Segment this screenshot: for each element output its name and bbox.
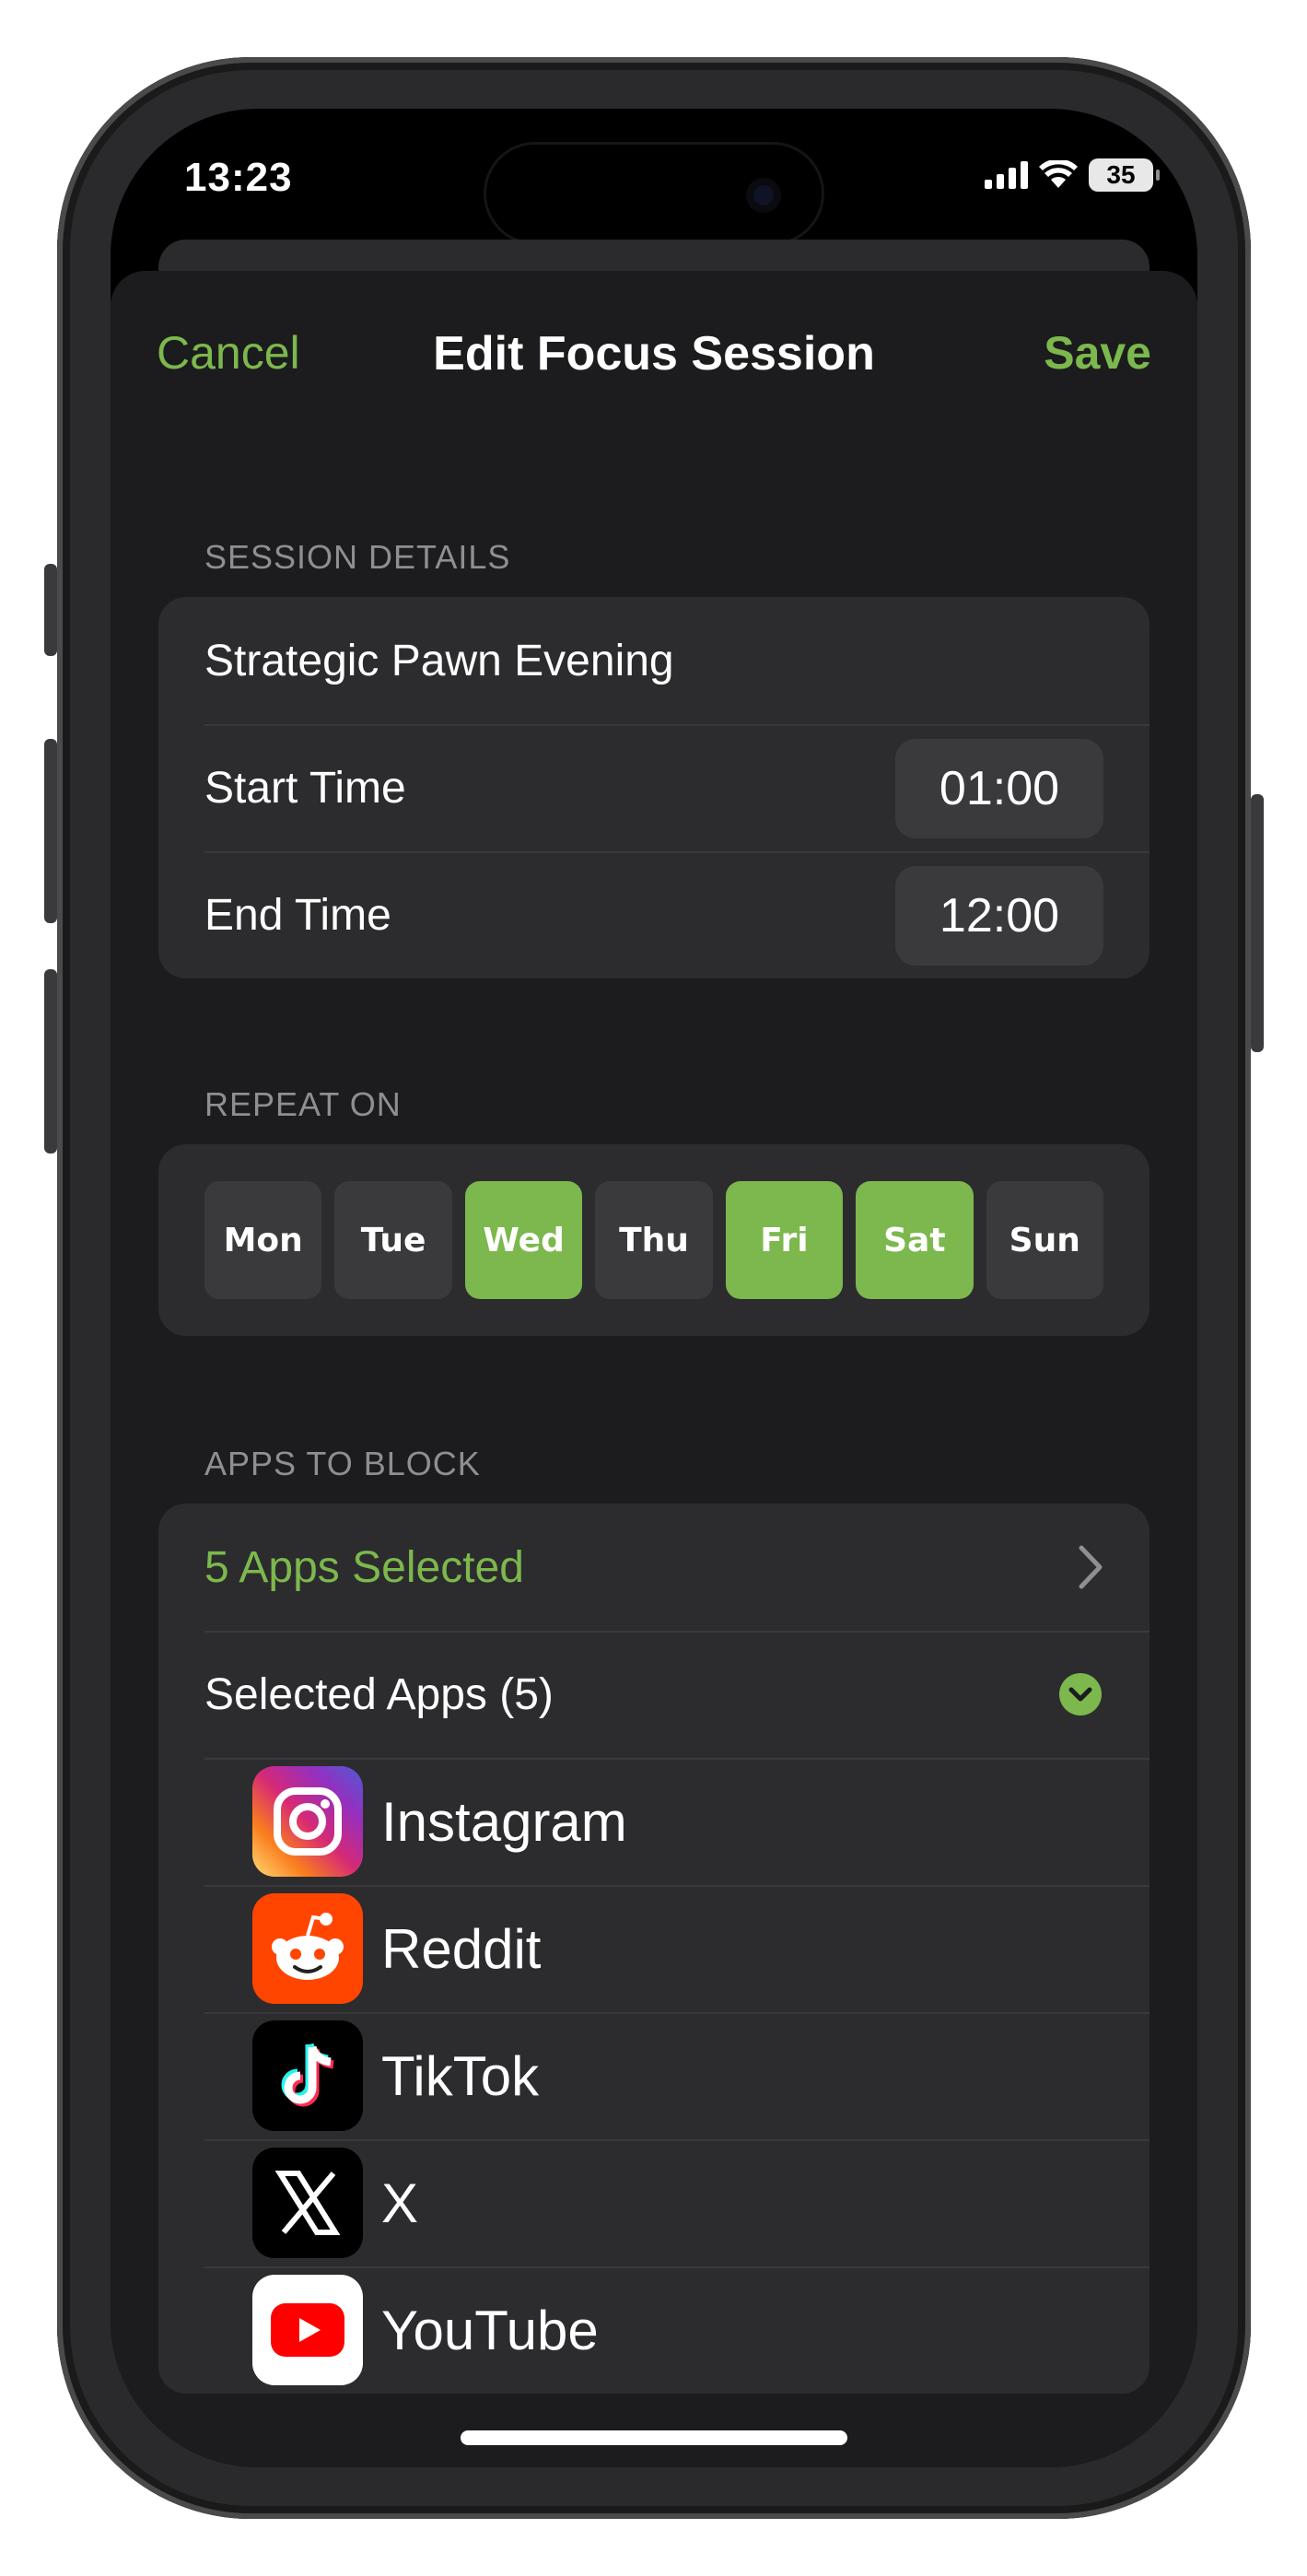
section-header-repeat-on: REPEAT ON	[204, 1085, 402, 1123]
signal-icon	[985, 161, 1028, 189]
session-name-field[interactable]: Strategic Pawn Evening	[158, 597, 1149, 724]
home-indicator[interactable]	[461, 2430, 847, 2445]
dynamic-island	[484, 142, 824, 245]
app-name: Instagram	[381, 1790, 627, 1853]
start-time-picker[interactable]: 01:00	[895, 739, 1103, 838]
save-button[interactable]: Save	[1044, 326, 1151, 380]
apps-selected-summary: 5 Apps Selected	[204, 1542, 524, 1592]
screen: 13:23 35 Cancel Edit Focus Session Save …	[111, 109, 1197, 2467]
start-time-row: Start Time 01:00	[158, 724, 1149, 851]
section-header-apps-to-block: APPS TO BLOCK	[204, 1445, 481, 1482]
nav-bar: Cancel Edit Focus Session Save	[111, 271, 1197, 409]
day-toggle-mon[interactable]: Mon	[204, 1181, 322, 1299]
status-indicators: 35	[985, 158, 1160, 192]
apps-group: 5 Apps Selected Selected Apps (5) Instag…	[158, 1504, 1149, 2394]
app-name: X	[381, 2172, 419, 2234]
app-item-youtube: YouTube	[158, 2266, 1149, 2394]
status-time: 13:23	[184, 155, 293, 200]
camera-icon	[746, 178, 781, 213]
end-time-picker[interactable]: 12:00	[895, 866, 1103, 966]
chevron-right-icon	[1079, 1545, 1103, 1589]
selected-apps-toggle-row[interactable]: Selected Apps (5)	[158, 1631, 1149, 1758]
day-toggle-thu[interactable]: Thu	[595, 1181, 713, 1299]
selected-apps-label: Selected Apps (5)	[204, 1669, 554, 1719]
apps-selected-row[interactable]: 5 Apps Selected	[158, 1504, 1149, 1631]
app-item-reddit: Reddit	[158, 1885, 1149, 2012]
day-selector: Mon Tue Wed Thu Fri Sat Sun	[158, 1144, 1149, 1336]
repeat-days-group: Mon Tue Wed Thu Fri Sat Sun	[158, 1144, 1149, 1336]
end-time-row: End Time 12:00	[158, 851, 1149, 978]
instagram-icon	[252, 1766, 363, 1877]
day-toggle-sat[interactable]: Sat	[856, 1181, 974, 1299]
app-name: Reddit	[381, 1917, 542, 1980]
section-header-session-details: SESSION DETAILS	[204, 538, 511, 576]
wifi-icon	[1039, 160, 1078, 188]
x-icon	[252, 2148, 363, 2258]
app-item-instagram: Instagram	[158, 1758, 1149, 1885]
battery-icon: 35	[1089, 158, 1160, 192]
chevron-down-circle-icon	[1059, 1673, 1102, 1715]
app-name: YouTube	[381, 2299, 599, 2361]
day-toggle-sun[interactable]: Sun	[986, 1181, 1103, 1299]
day-toggle-fri[interactable]: Fri	[725, 1181, 844, 1299]
app-name: TikTok	[381, 2044, 540, 2107]
tiktok-icon	[252, 2020, 363, 2131]
volume-up-button	[44, 739, 57, 923]
session-name-value: Strategic Pawn Evening	[204, 636, 674, 685]
end-time-label: End Time	[204, 890, 391, 940]
power-button	[1251, 794, 1264, 1052]
day-toggle-wed[interactable]: Wed	[464, 1181, 583, 1299]
start-time-label: Start Time	[204, 763, 406, 813]
app-item-tiktok: TikTok	[158, 2012, 1149, 2139]
day-toggle-tue[interactable]: Tue	[334, 1181, 452, 1299]
edit-sheet: Cancel Edit Focus Session Save SESSION D…	[111, 271, 1197, 2467]
volume-down-button	[44, 969, 57, 1153]
app-item-x: X	[158, 2139, 1149, 2266]
reddit-icon	[252, 1893, 363, 2004]
youtube-icon	[252, 2275, 363, 2385]
action-button	[44, 564, 57, 656]
page-title: Edit Focus Session	[433, 327, 875, 381]
session-details-group: Strategic Pawn Evening Start Time 01:00 …	[158, 597, 1149, 978]
